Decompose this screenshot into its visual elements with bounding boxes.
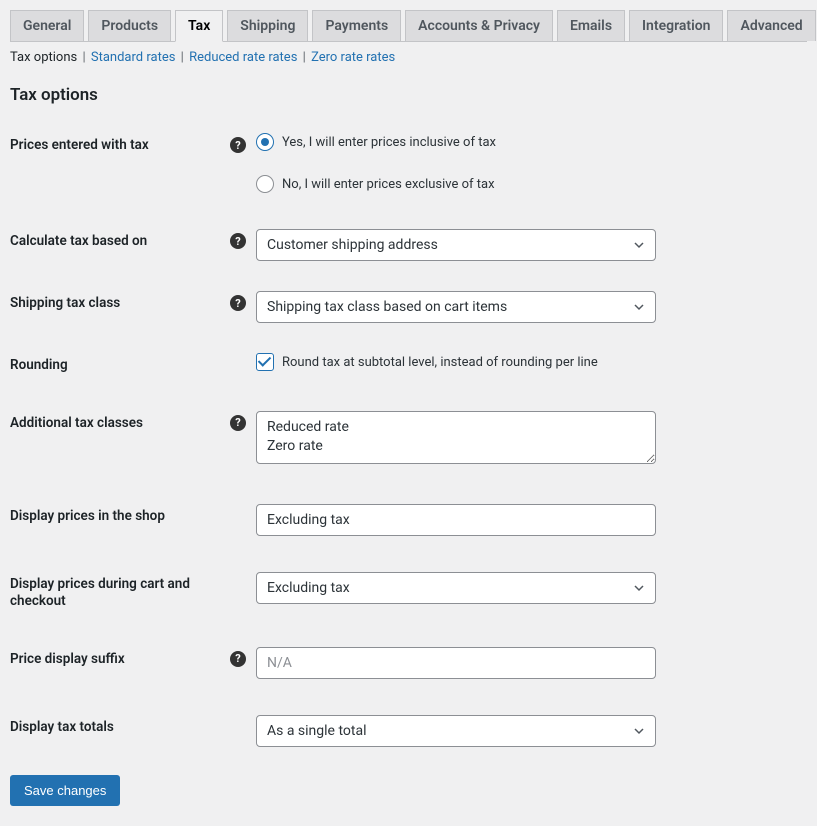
tab-tax[interactable]: Tax: [175, 10, 223, 42]
select-tax-totals[interactable]: As a single total: [256, 715, 656, 747]
chevron-down-icon: [633, 301, 645, 313]
tab-general[interactable]: General: [10, 10, 84, 41]
label-display-shop: Display prices in the shop: [10, 504, 230, 526]
select-calc-based[interactable]: Customer shipping address: [256, 229, 656, 261]
row-additional-classes: Additional tax classes ?: [10, 393, 807, 486]
radio-inclusive-label: Yes, I will enter prices inclusive of ta…: [282, 135, 496, 150]
radio-inclusive-input[interactable]: [256, 133, 274, 151]
label-tax-totals: Display tax totals: [10, 715, 230, 737]
row-price-suffix: Price display suffix ? N/A: [10, 629, 807, 697]
tab-integration[interactable]: Integration: [629, 10, 723, 41]
radio-exclusive-input[interactable]: [256, 175, 274, 193]
select-display-cart[interactable]: Excluding tax: [256, 572, 656, 604]
select-calc-based-value: Customer shipping address: [267, 237, 438, 253]
save-button[interactable]: Save changes: [10, 775, 120, 806]
tab-advanced[interactable]: Advanced: [727, 10, 815, 41]
settings-tabs: General Products Tax Shipping Payments A…: [10, 10, 807, 42]
separator: |: [80, 50, 87, 65]
label-price-suffix: Price display suffix: [10, 647, 230, 669]
subsection-standard-rates[interactable]: Standard rates: [91, 50, 176, 65]
label-shipping-class: Shipping tax class: [10, 291, 230, 313]
help-icon[interactable]: ?: [230, 137, 246, 153]
chevron-down-icon: [633, 239, 645, 251]
tab-emails[interactable]: Emails: [557, 10, 625, 41]
separator: |: [179, 50, 186, 65]
label-rounding: Rounding: [10, 353, 230, 375]
select-display-cart-value: Excluding tax: [267, 580, 350, 596]
label-calc-based: Calculate tax based on: [10, 229, 230, 251]
help-icon[interactable]: ?: [230, 651, 246, 667]
row-rounding: Rounding Round tax at subtotal level, in…: [10, 335, 807, 393]
chevron-down-icon: [633, 582, 645, 594]
input-price-suffix-placeholder: N/A: [267, 655, 292, 671]
row-prices-entered: Prices entered with tax ? Yes, I will en…: [10, 115, 807, 211]
help-icon[interactable]: ?: [230, 415, 246, 431]
select-shipping-class-value: Shipping tax class based on cart items: [267, 299, 507, 315]
checkbox-rounding[interactable]: Round tax at subtotal level, instead of …: [256, 353, 807, 371]
help-icon[interactable]: ?: [230, 233, 246, 249]
label-prices-entered: Prices entered with tax: [10, 133, 230, 155]
checkbox-rounding-input[interactable]: [256, 353, 274, 371]
radio-exclusive-label: No, I will enter prices exclusive of tax: [282, 177, 495, 192]
help-icon[interactable]: ?: [230, 295, 246, 311]
select-shipping-class[interactable]: Shipping tax class based on cart items: [256, 291, 656, 323]
subsection-zero-rates[interactable]: Zero rate rates: [311, 50, 395, 65]
tab-payments[interactable]: Payments: [312, 10, 401, 41]
separator: |: [301, 50, 308, 65]
tab-accounts-privacy[interactable]: Accounts & Privacy: [405, 10, 553, 41]
row-shipping-class: Shipping tax class ? Shipping tax class …: [10, 279, 807, 335]
row-display-cart: Display prices during cart and checkout …: [10, 554, 807, 629]
radio-inclusive[interactable]: Yes, I will enter prices inclusive of ta…: [256, 133, 807, 151]
input-price-suffix[interactable]: N/A: [256, 647, 656, 679]
subsection-reduced-rates[interactable]: Reduced rate rates: [189, 50, 297, 65]
label-display-cart: Display prices during cart and checkout: [10, 572, 230, 611]
select-display-shop-value: Excluding tax: [267, 512, 350, 528]
row-display-shop: Display prices in the shop Excluding tax: [10, 486, 807, 554]
subsection-current: Tax options: [10, 50, 77, 65]
label-additional-classes: Additional tax classes: [10, 411, 230, 433]
select-tax-totals-value: As a single total: [267, 723, 366, 739]
row-tax-totals: Display tax totals As a single total: [10, 697, 807, 765]
textarea-additional-classes[interactable]: [256, 411, 656, 464]
tab-shipping[interactable]: Shipping: [227, 10, 308, 41]
page-title: Tax options: [10, 85, 807, 105]
checkbox-rounding-label: Round tax at subtotal level, instead of …: [282, 355, 598, 370]
select-display-shop[interactable]: Excluding tax: [256, 504, 656, 536]
radio-exclusive[interactable]: No, I will enter prices exclusive of tax: [256, 175, 807, 193]
chevron-down-icon: [633, 725, 645, 737]
subsection-nav: Tax options | Standard rates | Reduced r…: [10, 50, 807, 65]
row-calc-based: Calculate tax based on ? Customer shippi…: [10, 211, 807, 279]
tab-products[interactable]: Products: [88, 10, 171, 41]
